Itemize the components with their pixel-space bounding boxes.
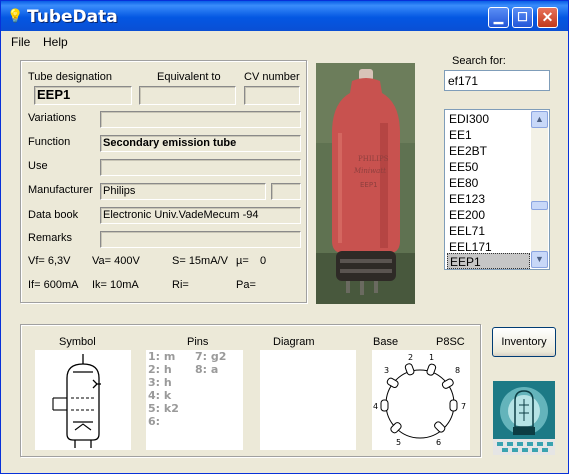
base-pinout-icon: 1 2 3 4 5 6 7 8 (373, 353, 466, 447)
list-item[interactable]: EE80 (447, 175, 530, 191)
tubedata-window: 💡 TubeData ▁ ☐ ✕ File Help Tube designat… (0, 0, 569, 474)
tube-designation-label: Tube designation (28, 71, 112, 83)
base-box: 1 2 3 4 5 6 7 8 (372, 350, 470, 450)
title-bar[interactable]: 💡 TubeData ▁ ☐ ✕ (1, 1, 568, 31)
base-pin (449, 399, 458, 412)
menu-help[interactable]: Help (43, 35, 68, 49)
tube-photo: PHILIPS Miniwatt EEP1 (316, 63, 415, 304)
base-pin (404, 363, 415, 376)
base-type-label: P8SC (436, 336, 465, 348)
maximize-button[interactable]: ☐ (512, 7, 533, 28)
mu-value: 0 (260, 255, 267, 267)
base-pin-label: 2 (408, 353, 413, 362)
ri-value: Ri= (172, 279, 189, 291)
ik-value: Ik= 10mA (92, 279, 139, 291)
tube-symbol-icon (52, 354, 101, 448)
tube-designation-field[interactable]: EEP1 (34, 86, 132, 105)
pa-value: Pa= (236, 279, 256, 291)
mu-label: µ= (236, 255, 249, 267)
close-button[interactable]: ✕ (537, 7, 558, 28)
pins-label: Pins (187, 336, 209, 348)
manufacturer-field[interactable]: Philips (100, 183, 266, 200)
diagram-box (260, 350, 356, 450)
remarks-label: Remarks (28, 232, 73, 244)
base-pin (426, 363, 437, 376)
photo-text-brand: PHILIPS (358, 155, 389, 163)
tube-listbox[interactable]: EDI300 EE1 EE2BT EE50 EE80 EE123 EE200 E… (444, 109, 550, 270)
tube-logo-icon (493, 381, 555, 455)
list-item[interactable]: EEL71 (447, 223, 530, 239)
list-item-selected[interactable]: EEP1 (447, 253, 530, 269)
base-pin-label: 5 (396, 438, 401, 447)
lightbulb-icon: 💡 (7, 8, 24, 23)
pins-column-1: 1: m 2: h 3: h 4: k 5: k2 6: (148, 350, 179, 428)
if-value: If= 600mA (28, 279, 79, 291)
base-pin-label: 8 (455, 366, 460, 375)
data-book-field[interactable]: Electronic Univ.VadeMecum -94 (100, 207, 301, 224)
function-field[interactable]: Secondary emission tube (100, 135, 301, 152)
use-field[interactable] (100, 159, 301, 176)
photo-text-type: EEP1 (360, 181, 378, 189)
photo-text-sub: Miniwatt (353, 167, 386, 175)
list-item[interactable]: EE2BT (447, 143, 530, 159)
base-pin-label: 1 (429, 353, 434, 362)
cv-number-field[interactable] (244, 86, 300, 105)
diagram-label: Diagram (273, 336, 315, 348)
variations-field[interactable] (100, 111, 301, 128)
base-pin-label: 7 (461, 402, 466, 411)
use-label: Use (28, 160, 48, 172)
search-input[interactable] (444, 70, 550, 91)
list-item[interactable]: EE123 (447, 191, 530, 207)
vf-value: Vf= 6,3V (28, 255, 71, 267)
symbol-label: Symbol (59, 336, 96, 348)
list-item[interactable]: EE50 (447, 159, 530, 175)
search-label: Search for: (452, 55, 506, 67)
symbol-box (35, 350, 131, 450)
va-value: Va= 400V (92, 255, 140, 267)
tubedata-logo (493, 381, 555, 455)
minimize-button[interactable]: ▁ (488, 7, 509, 28)
tube-photo-graphic: PHILIPS Miniwatt EEP1 (316, 63, 415, 304)
scroll-thumb[interactable] (531, 201, 548, 210)
menu-file[interactable]: File (11, 35, 30, 49)
manufacturer-code-field[interactable] (271, 183, 301, 200)
base-pin (434, 421, 446, 433)
inventory-button[interactable]: Inventory (492, 327, 556, 357)
manufacturer-label: Manufacturer (28, 184, 93, 196)
list-item[interactable]: EE200 (447, 207, 530, 223)
equivalent-to-label: Equivalent to (157, 71, 221, 83)
function-label: Function (28, 136, 71, 148)
base-pin-label: 4 (373, 402, 378, 411)
scroll-down-icon[interactable]: ▼ (531, 251, 548, 268)
base-pin (380, 399, 389, 412)
data-book-label: Data book (28, 209, 79, 221)
s-value: S= 15mA/V (172, 255, 228, 267)
variations-label: Variations (28, 112, 77, 124)
list-item[interactable]: EE1 (447, 127, 530, 143)
base-label: Base (373, 336, 399, 348)
base-pin-label: 6 (436, 438, 441, 447)
list-item[interactable]: EDI300 (447, 111, 530, 127)
equivalent-to-field[interactable] (139, 86, 236, 105)
pins-box: 1: m 2: h 3: h 4: k 5: k2 6: 7: g2 8: a (146, 350, 243, 450)
remarks-field[interactable] (100, 231, 301, 248)
base-pin-label: 3 (384, 366, 389, 375)
list-scrollbar[interactable]: ▲ ▼ (531, 111, 548, 268)
cv-number-label: CV number (244, 71, 300, 83)
scroll-up-icon[interactable]: ▲ (531, 111, 548, 128)
window-title: TubeData (27, 7, 118, 27)
pins-column-2: 7: g2 8: a (195, 350, 227, 376)
